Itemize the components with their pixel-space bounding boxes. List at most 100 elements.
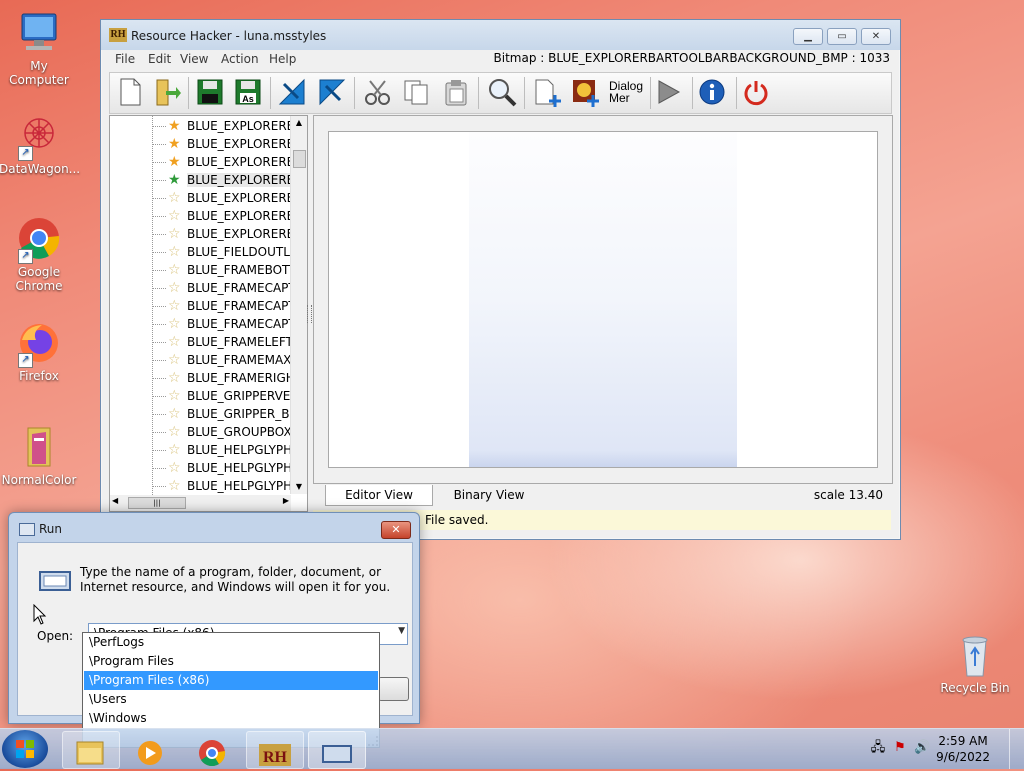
system-clock[interactable]: 2:59 AM 9/6/2022: [936, 733, 990, 765]
tree-item[interactable]: ☆ BLUE_EXPLORERBA: [110, 189, 290, 207]
autocomplete-item[interactable]: \Windows: [84, 709, 378, 728]
save-as-button[interactable]: As: [232, 76, 264, 108]
close-button[interactable]: ✕: [861, 28, 891, 45]
taskbar-resource-hacker[interactable]: RH: [246, 731, 304, 769]
menu-bar: File Edit View Action Help Bitmap : BLUE…: [101, 50, 900, 70]
replace-button[interactable]: [570, 76, 602, 108]
menu-action[interactable]: Action: [221, 52, 259, 66]
desktop-icon-label: DataWagon...: [0, 162, 81, 176]
autocomplete-item[interactable]: \PerfLogs: [84, 633, 378, 652]
scroll-down-icon[interactable]: ▼: [291, 480, 307, 494]
ok-button-partial[interactable]: [378, 677, 409, 701]
tree-item[interactable]: ★ BLUE_EXPLORERBA: [110, 171, 290, 189]
desktop-icon-recycle-bin[interactable]: Recycle Bin: [935, 632, 1015, 695]
tree-item[interactable]: ☆ BLUE_HELPGLYPH2: [110, 459, 290, 477]
desktop-icon-my-computer[interactable]: My Computer: [0, 10, 79, 87]
star-icon: ☆: [168, 208, 181, 224]
desktop-icon-firefox[interactable]: ↗ Firefox: [0, 320, 79, 383]
autocomplete-item[interactable]: \Program Files: [84, 652, 378, 671]
scroll-right-icon[interactable]: ▶: [283, 496, 289, 505]
scroll-left-icon[interactable]: ◀: [112, 496, 118, 505]
menu-help[interactable]: Help: [269, 52, 296, 66]
search-button[interactable]: [486, 76, 518, 108]
tab-editor-view[interactable]: Editor View: [325, 485, 433, 506]
tree-item[interactable]: ★ BLUE_EXPLORERBA: [110, 135, 290, 153]
minimize-button[interactable]: ▁: [793, 28, 823, 45]
autocomplete-item[interactable]: \Users: [84, 690, 378, 709]
maximize-button[interactable]: ▭: [827, 28, 857, 45]
tree-item[interactable]: ☆ BLUE_FRAMECAPT: [110, 315, 290, 333]
tree-item[interactable]: ☆ BLUE_FRAMELEFT_: [110, 333, 290, 351]
scroll-up-icon[interactable]: ▲: [291, 116, 307, 130]
next-button[interactable]: [316, 76, 348, 108]
tree-item[interactable]: ☆ BLUE_EXPLORERBA: [110, 225, 290, 243]
run-script-button[interactable]: [652, 76, 684, 108]
scroll-thumb[interactable]: [293, 150, 306, 168]
tree-horizontal-scrollbar[interactable]: ◀ ||| ▶: [110, 495, 291, 511]
tree-item[interactable]: ☆ BLUE_HELPGLYPH(: [110, 477, 290, 495]
tree-item-label: BLUE_HELPGLYPH2: [187, 461, 290, 475]
save-button[interactable]: [194, 76, 226, 108]
exit-icon: [744, 81, 768, 106]
prev-button[interactable]: [276, 76, 308, 108]
tree-item[interactable]: ☆ BLUE_FRAMEMAXIN: [110, 351, 290, 369]
taskbar-run[interactable]: [308, 731, 366, 769]
action-center-icon[interactable]: ⚑: [892, 740, 908, 756]
close-icon: ✕: [871, 31, 881, 42]
add-resource-button[interactable]: [532, 76, 564, 108]
chevron-down-icon[interactable]: ▼: [398, 626, 405, 636]
desktop-icon-label: Google Chrome: [15, 265, 63, 293]
open-button[interactable]: [152, 76, 184, 108]
tree-item[interactable]: ☆ BLUE_HELPGLYPH1: [110, 441, 290, 459]
menu-file[interactable]: File: [115, 52, 135, 66]
show-desktop-button[interactable]: [1009, 729, 1024, 769]
title-bar[interactable]: RH Resource Hacker - luna.msstyles ▁ ▭ ✕: [101, 20, 900, 50]
tree-item[interactable]: ☆ BLUE_GRIPPERVER: [110, 387, 290, 405]
paste-button[interactable]: [440, 76, 472, 108]
tree-item[interactable]: ☆ BLUE_FIELDOUTLI: [110, 243, 290, 261]
menu-view[interactable]: View: [180, 52, 208, 66]
bitmap-info: Bitmap : BLUE_EXPLORERBARTOOLBARBACKGROU…: [493, 51, 890, 65]
tree-item[interactable]: ☆ BLUE_FRAMECAPT: [110, 279, 290, 297]
scroll-thumb[interactable]: |||: [128, 497, 186, 509]
menu-edit[interactable]: Edit: [148, 52, 171, 66]
tree-item[interactable]: ☆ BLUE_FRAMEBOTT: [110, 261, 290, 279]
desktop-icon-normalcolor[interactable]: NormalColor: [0, 424, 79, 487]
tree-item[interactable]: ☆ BLUE_GRIPPER_BM: [110, 405, 290, 423]
taskbar-chrome[interactable]: [184, 731, 240, 767]
desktop-icon-label: NormalColor: [1, 473, 77, 487]
run-close-button[interactable]: ✕: [381, 521, 411, 539]
dialog-menu-button[interactable]: Dialog Mer: [606, 76, 646, 108]
tree-item[interactable]: ★ BLUE_EXPLORERBA: [110, 153, 290, 171]
start-button[interactable]: [2, 730, 48, 768]
desktop-icon-label: Firefox: [19, 369, 59, 383]
exit-button[interactable]: [740, 76, 772, 108]
volume-icon[interactable]: 🔊: [914, 740, 930, 756]
tree-item[interactable]: ☆ BLUE_FRAMERIGHT: [110, 369, 290, 387]
cut-button[interactable]: [362, 76, 394, 108]
taskbar-media-player[interactable]: [122, 731, 178, 767]
panel-splitter[interactable]: [306, 115, 312, 510]
taskbar-explorer[interactable]: [62, 731, 120, 769]
run-dialog-title: Run: [39, 522, 63, 536]
copy-button[interactable]: [400, 76, 432, 108]
network-icon[interactable]: 🖧: [870, 740, 886, 756]
desktop-icon-datawagon[interactable]: ↗ DataWagon...: [0, 113, 81, 176]
tree-item[interactable]: ☆ BLUE_EXPLORERBA: [110, 207, 290, 225]
tree-item[interactable]: ★ BLUE_EXPLORERBA: [110, 117, 290, 135]
resource-tree[interactable]: ▲ ▼ ◀ ||| ▶ ★ BLUE_EXPLORERBA ★ BLUE_EXPLOR…: [109, 115, 308, 512]
desktop-icon-google-chrome[interactable]: ↗ Google Chrome: [0, 216, 79, 293]
star-icon: ☆: [168, 388, 181, 404]
tree-item[interactable]: ☆ BLUE_GROUPBOX_: [110, 423, 290, 441]
info-button[interactable]: [696, 76, 728, 108]
star-icon: ☆: [168, 298, 181, 314]
tree-connector: [152, 342, 166, 343]
tree-vertical-scrollbar[interactable]: ▲ ▼: [290, 116, 307, 494]
mouse-cursor-icon: [33, 604, 47, 625]
tab-binary-view[interactable]: Binary View: [439, 485, 539, 505]
toolbar-separator: [524, 77, 525, 109]
new-button[interactable]: [114, 76, 146, 108]
tree-item[interactable]: ☆ BLUE_FRAMECAPT: [110, 297, 290, 315]
tree-item-label: BLUE_EXPLORERBA: [187, 119, 290, 133]
autocomplete-item[interactable]: \Program Files (x86): [84, 671, 378, 690]
